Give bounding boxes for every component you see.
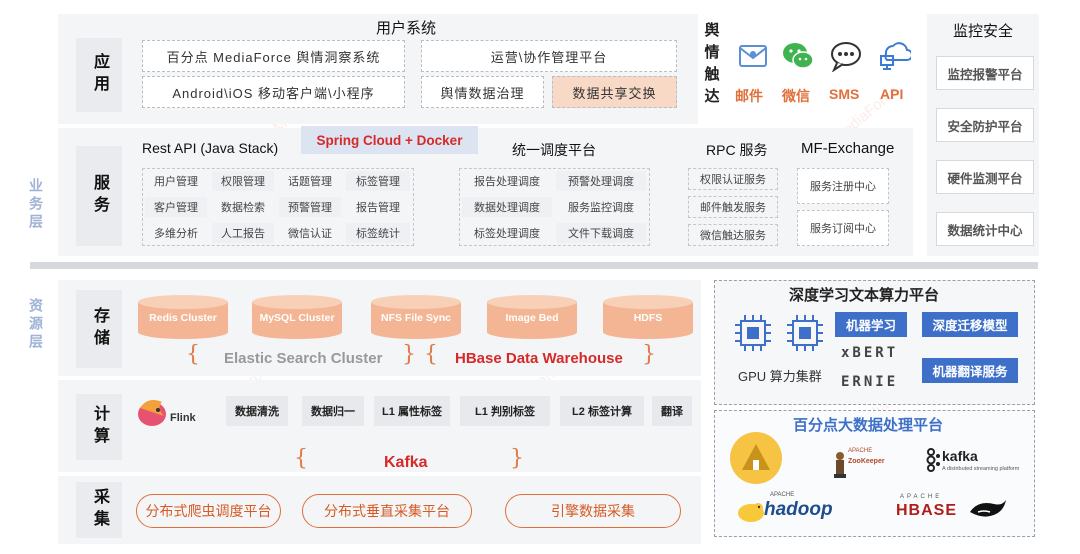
rest-item: 多维分析 <box>154 228 198 240</box>
ml-badge: 机器学习 <box>835 312 907 337</box>
mfx-item: 服务订阅中心 <box>797 210 889 246</box>
kafka-logo: kafka A distributed streaming platform <box>922 446 1022 476</box>
schedule-item: 预警处理调度 <box>556 171 646 191</box>
hbase-warehouse-label: HBase Data Warehouse <box>455 350 623 367</box>
rest-api-title: Rest API (Java Stack) <box>142 140 279 156</box>
reach-wechat-label: 微信 <box>782 88 810 104</box>
schedule-item: 服务监控调度 <box>568 202 634 214</box>
app-box-governance: 舆情数据治理 <box>421 76 544 108</box>
rest-item: 预警管理 <box>279 197 341 217</box>
gpu-chip-icon <box>733 313 773 353</box>
rest-item: 话题管理 <box>288 176 332 188</box>
rpc-item: 微信触达服务 <box>688 224 778 246</box>
collect-crawler: 分布式爬虫调度平台 <box>136 494 281 528</box>
transfer-badge: 深度迁移模型 <box>922 312 1018 337</box>
brace-left: { <box>424 342 438 367</box>
zookeeper-logo: APACHE ZooKeeper <box>830 448 885 482</box>
brace-left: { <box>294 446 308 471</box>
mt-badge: 机器翻译服务 <box>922 358 1018 383</box>
schedule-item: 报告处理调度 <box>474 176 540 188</box>
spring-cloud-banner: Spring Cloud + Docker <box>301 126 478 154</box>
app-box-exchange: 数据共享交换 <box>552 76 677 108</box>
reach-label: 舆情触达 <box>704 22 720 105</box>
reach-sms-label: SMS <box>829 86 860 102</box>
rest-item: 用户管理 <box>154 176 198 188</box>
dl-title: 深度学习文本算力平台 <box>789 287 940 304</box>
collect-vertical: 分布式垂直采集平台 <box>302 494 472 528</box>
db-cylinder: MySQL Cluster <box>250 294 344 340</box>
gpu-chip-icon <box>785 313 825 353</box>
db-cylinder: NFS File Sync <box>369 294 463 340</box>
app-box-mobile: Android\iOS 移动客户端\小程序 <box>142 76 405 108</box>
rest-item: 客户管理 <box>145 197 207 217</box>
brace-right: } <box>402 342 416 367</box>
schedule-title: 统一调度平台 <box>512 142 596 158</box>
email-icon <box>737 40 769 72</box>
reach-email-label: 邮件 <box>735 88 763 104</box>
rest-item: 标签统计 <box>346 223 410 243</box>
rest-item: 报告管理 <box>356 202 400 214</box>
mfx-title: MF-Exchange <box>801 140 895 157</box>
row-label-app: 应用 <box>76 38 122 112</box>
rest-item: 人工报告 <box>212 223 274 243</box>
brace-left: { <box>186 342 200 367</box>
rest-item: 权限管理 <box>212 171 274 191</box>
compute-op: L1 属性标签 <box>374 396 450 426</box>
rest-item: 微信认证 <box>288 228 332 240</box>
rpc-item: 邮件触发服务 <box>688 196 778 218</box>
app-box-mediaforce: 百分点 MediaForce 舆情洞察系统 <box>142 40 405 72</box>
bert-logo: xBERT <box>841 345 899 361</box>
schedule-item: 标签处理调度 <box>474 228 540 240</box>
schedule-item: 文件下载调度 <box>556 223 646 243</box>
api-icon <box>877 38 913 72</box>
rpc-item: 权限认证服务 <box>688 168 778 190</box>
brace-right: } <box>642 342 656 367</box>
db-cylinder: Redis Cluster <box>136 294 230 340</box>
ernie-logo: ERNIE <box>841 374 899 390</box>
compute-op: 翻译 <box>652 396 692 426</box>
layer-divider <box>30 262 1038 269</box>
spark-cluster-icon <box>728 430 784 486</box>
row-label-compute: 计算 <box>76 394 122 460</box>
compute-op: 数据清洗 <box>226 396 288 426</box>
bigdata-title: 百分点大数据处理平台 <box>793 417 944 434</box>
app-box-operation: 运营\协作管理平台 <box>421 40 677 72</box>
app-title: 用户系统 <box>376 20 437 37</box>
rest-item: 数据检索 <box>221 202 265 214</box>
sms-icon <box>829 40 863 73</box>
business-layer-title: 业务层 <box>28 178 44 232</box>
schedule-item: 数据处理调度 <box>462 197 552 217</box>
monitor-item: 安全防护平台 <box>936 108 1034 142</box>
monitor-title: 监控安全 <box>953 23 1014 40</box>
compute-op: L1 判别标签 <box>460 396 550 426</box>
collect-engine: 引擎数据采集 <box>505 494 681 528</box>
hadoop-logo: APACHE hadoop <box>736 492 846 526</box>
es-cluster-label: Elastic Search Cluster <box>224 350 383 367</box>
reach-api-label: API <box>880 86 904 102</box>
monitor-item: 数据统计中心 <box>936 212 1034 246</box>
gpu-label: GPU 算力集群 <box>738 369 822 384</box>
hbase-logo: APACHE HBASE <box>896 494 1014 526</box>
db-cylinder: Image Bed <box>485 294 579 340</box>
row-label-collect: 采集 <box>76 482 122 538</box>
row-label-service: 服务 <box>76 146 122 246</box>
mfx-item: 服务注册中心 <box>797 168 889 204</box>
row-label-storage: 存储 <box>76 290 122 368</box>
kafka-label: Kafka <box>384 454 428 471</box>
brace-right: } <box>510 446 524 471</box>
rpc-title: RPC 服务 <box>706 142 768 158</box>
flink-logo: Flink <box>134 394 204 432</box>
rest-item: 标签管理 <box>346 171 410 191</box>
monitor-item: 硬件监测平台 <box>936 160 1034 194</box>
compute-op: 数据归一 <box>302 396 364 426</box>
compute-op: L2 标签计算 <box>560 396 644 426</box>
monitor-item: 监控报警平台 <box>936 56 1034 90</box>
resource-layer-title: 资源层 <box>28 298 44 352</box>
wechat-icon <box>781 40 815 72</box>
db-cylinder: HDFS <box>601 294 695 340</box>
